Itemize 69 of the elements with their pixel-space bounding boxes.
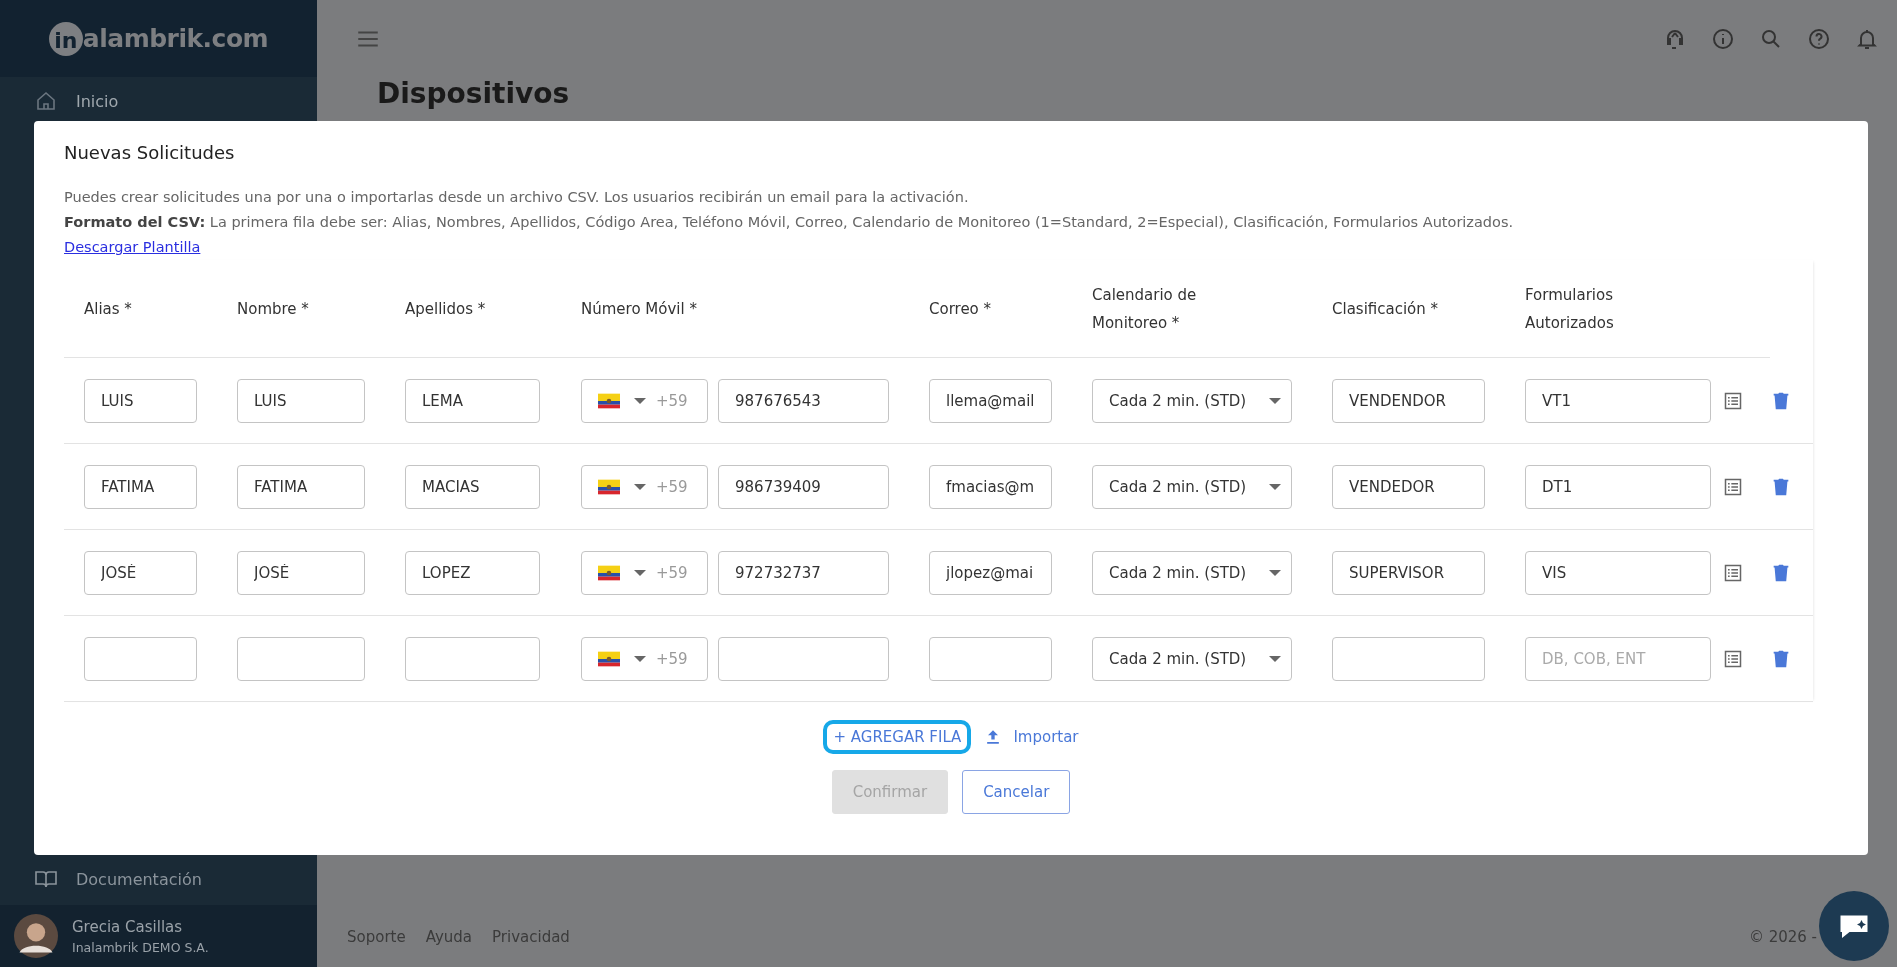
input-field[interactable]: LEMA bbox=[405, 378, 540, 423]
input-field[interactable]: VENDENDOR bbox=[1332, 378, 1485, 423]
column-header: Clasificación * bbox=[1332, 298, 1440, 320]
column-header: Correo * bbox=[929, 298, 993, 320]
download-link[interactable]: Descargar Plantilla bbox=[64, 239, 201, 255]
help-icon[interactable] bbox=[1807, 26, 1831, 51]
input-field[interactable]: SUPERVISOR bbox=[1332, 550, 1485, 595]
column-header: Número Móvil * bbox=[581, 298, 698, 320]
select-field[interactable]: Cada 2 min. (STD) bbox=[1092, 464, 1292, 509]
input-field[interactable] bbox=[718, 636, 889, 681]
list-icon[interactable] bbox=[1723, 390, 1743, 411]
input-field[interactable]: FATIMA bbox=[237, 464, 365, 509]
copyright: © 2026 - bbox=[1748, 928, 1817, 946]
input-field[interactable]: fmacias@m bbox=[929, 464, 1052, 509]
caret-icon bbox=[1269, 397, 1281, 404]
import-link[interactable]: Importar bbox=[1013, 728, 1079, 746]
input-field[interactable]: VT1 bbox=[1525, 378, 1711, 423]
column-header: Calendario de Monitoreo * bbox=[1092, 284, 1198, 334]
column-header: Alias * bbox=[84, 298, 133, 320]
column-header: Apellidos * bbox=[405, 298, 487, 320]
input-field[interactable]: LOPEZ bbox=[405, 550, 540, 595]
home-icon bbox=[34, 89, 58, 113]
input-field[interactable]: JOSÉ bbox=[237, 550, 365, 595]
input-field[interactable]: LUIS bbox=[84, 378, 197, 423]
select-field[interactable]: Cada 2 min. (STD) bbox=[1092, 636, 1292, 681]
format-note: Formato del CSV: La primera fila debe ser: Alias, Nombres, Apellidos, Código Area, Teléfono Móvil, Correo, Calendario de Monitoreo (1=Standard, 2=Especial), Clasificación, Formularios Autorizados. bbox=[64, 213, 1515, 232]
input-field[interactable] bbox=[237, 636, 365, 681]
select-field[interactable]: Cada 2 min. (STD) bbox=[1092, 550, 1292, 595]
select-field[interactable]: Cada 2 min. (STD) bbox=[1092, 378, 1292, 423]
list-icon[interactable] bbox=[1723, 562, 1743, 583]
info-icon[interactable] bbox=[1711, 26, 1735, 51]
input-field[interactable]: MACIAS bbox=[405, 464, 540, 509]
input-field[interactable]: FATIMA bbox=[84, 464, 197, 509]
input-field[interactable]: 987676543 bbox=[718, 378, 889, 423]
cancel-button[interactable]: Cancelar bbox=[962, 770, 1071, 814]
page-title: Dispositivos bbox=[377, 77, 571, 111]
caret-icon bbox=[634, 483, 646, 490]
input-field[interactable] bbox=[405, 636, 540, 681]
input-field[interactable]: 972732737 bbox=[718, 550, 889, 595]
company-name: Inalambrik DEMO S.A. bbox=[72, 939, 209, 955]
caret-icon bbox=[634, 655, 646, 662]
add-row-button[interactable]: + AGREGAR FILA bbox=[823, 720, 972, 754]
list-icon[interactable] bbox=[1723, 648, 1743, 669]
input-field[interactable]: DB, COB, ENT bbox=[1525, 636, 1711, 681]
input-field[interactable]: llema@mail bbox=[929, 378, 1052, 423]
input-field[interactable]: VENDEDOR bbox=[1332, 464, 1485, 509]
input-field[interactable] bbox=[84, 636, 197, 681]
dialog-title: Nuevas Solicitudes bbox=[64, 141, 236, 165]
input-field[interactable]: VIS bbox=[1525, 550, 1711, 595]
column-header: Nombre * bbox=[237, 298, 310, 320]
caret-icon bbox=[634, 569, 646, 576]
logo: in alambrik.com bbox=[0, 0, 317, 77]
input-field[interactable]: 986739409 bbox=[718, 464, 889, 509]
caret-icon bbox=[634, 397, 646, 404]
input-field[interactable] bbox=[1332, 636, 1485, 681]
caret-icon bbox=[1269, 655, 1281, 662]
input-field[interactable] bbox=[929, 636, 1052, 681]
caret-icon bbox=[1269, 569, 1281, 576]
caret-icon bbox=[1269, 483, 1281, 490]
input-field[interactable]: jlopez@mai bbox=[929, 550, 1052, 595]
description: Puedes crear solicitudes una por una o importarlas desde un archivo CSV. Los usuarios recibirán un email para la activación. bbox=[64, 188, 970, 207]
input-field[interactable]: DT1 bbox=[1525, 464, 1711, 509]
column-header: Formularios Autorizados bbox=[1525, 284, 1615, 334]
list-icon[interactable] bbox=[1723, 476, 1743, 497]
user-name: Grecia Casillas bbox=[72, 917, 184, 936]
nav-item[interactable]: Documentación bbox=[76, 869, 202, 889]
input-field[interactable]: JOSÉ bbox=[84, 550, 197, 595]
nav-item[interactable]: Inicio bbox=[76, 91, 119, 111]
input-field[interactable]: LUIS bbox=[237, 378, 365, 423]
